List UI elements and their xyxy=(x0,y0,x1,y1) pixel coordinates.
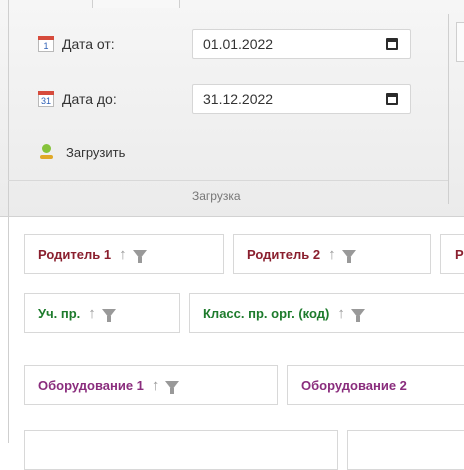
date-to-row: 31 Дата до: xyxy=(38,91,117,107)
filter-chip-parent-3[interactable]: Р xyxy=(440,234,464,274)
filter-chip-equipment-2[interactable]: Оборудование 2 xyxy=(287,365,464,405)
date-to-calendar-button-icon[interactable] xyxy=(386,93,398,105)
ribbon-next-field-stub xyxy=(456,22,464,62)
chip-label: Родитель 1 xyxy=(38,246,112,262)
ribbon-group-divider xyxy=(448,14,449,204)
filter-funnel-icon[interactable] xyxy=(132,249,147,263)
filter-chip-parent-1[interactable]: Родитель 1 ↑ xyxy=(24,234,224,274)
filter-funnel-icon[interactable] xyxy=(101,308,116,322)
date-from-row: 1 Дата от: xyxy=(38,36,115,52)
group-caption: Загрузка xyxy=(192,189,241,203)
filter-chip-partial-1[interactable] xyxy=(24,430,338,470)
date-to-input[interactable]: 31.12.2022 xyxy=(192,84,411,114)
sort-arrow-icon[interactable]: ↑ xyxy=(152,377,160,394)
filter-funnel-icon[interactable] xyxy=(341,249,356,263)
filter-chip-uch-pr[interactable]: Уч. пр. ↑ xyxy=(24,293,180,333)
date-from-calendar-button-icon[interactable] xyxy=(386,38,398,50)
ribbon-tab-edge xyxy=(92,0,180,8)
date-to-value: 31.12.2022 xyxy=(203,91,274,107)
chip-label: Уч. пр. xyxy=(38,305,81,321)
sort-arrow-icon[interactable]: ↑ xyxy=(337,305,345,322)
sort-arrow-icon[interactable]: ↑ xyxy=(119,246,127,263)
sort-arrow-icon[interactable]: ↑ xyxy=(328,246,336,263)
sort-arrow-icon[interactable]: ↑ xyxy=(88,305,96,322)
filter-chip-equipment-1[interactable]: Оборудование 1 ↑ xyxy=(24,365,278,405)
date-to-label: Дата до: xyxy=(62,91,117,107)
filter-area-left-border xyxy=(8,217,9,443)
chip-label: Оборудование 2 xyxy=(301,377,407,393)
calendar-icon: 31 xyxy=(38,91,54,107)
chip-label: Родитель 2 xyxy=(247,246,321,262)
ribbon-panel: 1 Дата от: 01.01.2022 31 Дата до: 31.12.… xyxy=(0,0,464,217)
chip-label: Класс. пр. орг. (код) xyxy=(203,305,330,321)
load-icon xyxy=(40,144,53,160)
date-from-label: Дата от: xyxy=(62,36,115,52)
date-from-input[interactable]: 01.01.2022 xyxy=(192,29,411,59)
group-caption-divider xyxy=(8,180,448,181)
filter-chip-partial-2[interactable] xyxy=(347,430,464,470)
filter-funnel-icon[interactable] xyxy=(165,380,180,394)
calendar-icon: 1 xyxy=(38,36,54,52)
filter-funnel-icon[interactable] xyxy=(350,308,365,322)
filter-chip-class-pr-org[interactable]: Класс. пр. орг. (код) ↑ xyxy=(189,293,464,333)
filter-chip-parent-2[interactable]: Родитель 2 ↑ xyxy=(233,234,431,274)
date-from-value: 01.01.2022 xyxy=(203,36,274,52)
chip-label: Р xyxy=(455,246,464,262)
chip-label: Оборудование 1 xyxy=(38,377,144,393)
ribbon-left-border xyxy=(8,0,9,216)
load-label: Загрузить xyxy=(66,144,126,160)
load-button[interactable]: Загрузить xyxy=(40,144,125,160)
